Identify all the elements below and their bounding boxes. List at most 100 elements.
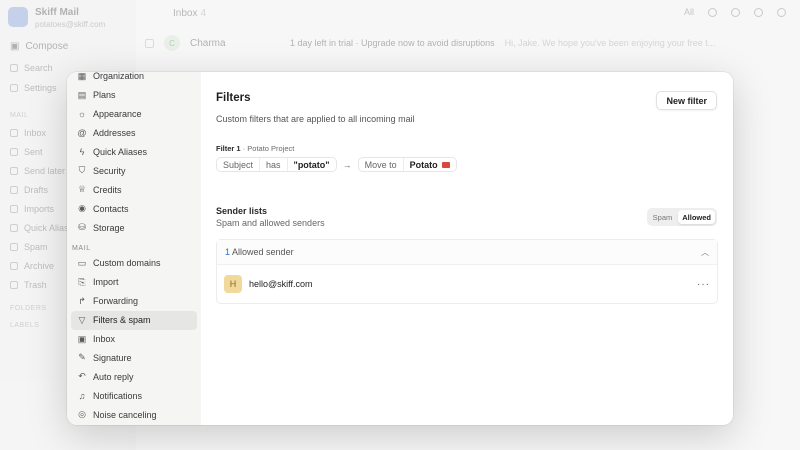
app-nav-send-later[interactable]: Send later <box>10 166 65 176</box>
action-target: Potato <box>404 158 456 171</box>
sender-lists-subtitle: Spam and allowed senders <box>216 218 325 228</box>
allowed-count-label: Allowed sender <box>232 247 294 257</box>
sidebar-item-notifications[interactable]: ♫ Notifications <box>71 386 197 405</box>
app-nav-search[interactable]: Search <box>10 63 53 73</box>
filter-name: Filter 1 <box>216 144 241 153</box>
app-nav-sent[interactable]: Sent <box>10 147 43 157</box>
arrow-right-icon: → <box>342 159 352 170</box>
sun-icon: ☼ <box>77 109 87 120</box>
compose-button[interactable]: ▣ Compose <box>10 41 68 52</box>
row-subject: 1 day left in trial · Upgrade now to avo… <box>290 38 495 48</box>
sidebar-item-label: Signature <box>93 352 132 363</box>
app-nav-trash[interactable]: Trash <box>10 280 47 290</box>
sidebar-item-filters-spam[interactable]: ▽ Filters & spam <box>71 310 197 330</box>
row-checkbox[interactable] <box>145 38 154 48</box>
sidebar-item-security[interactable]: ⛉ Security <box>71 161 197 180</box>
allowed-count: 1 <box>225 247 231 257</box>
brand[interactable]: Skiff Mail potatoes@skiff.com <box>8 7 105 29</box>
compose-icon: ▣ <box>10 41 20 52</box>
allowed-senders-header[interactable]: 1 Allowed sender ︿ <box>217 240 717 265</box>
sidebar-item-noise-canceling[interactable]: ◎ Noise canceling <box>71 405 197 424</box>
noise-icon: ◎ <box>78 409 86 420</box>
building-icon: ▦ <box>77 72 87 81</box>
draft-icon <box>10 186 18 194</box>
folder-icon <box>441 161 450 168</box>
sidebar-item-inbox[interactable]: ▣ Inbox <box>71 330 197 349</box>
sender-email: hello@skiff.com <box>249 279 313 289</box>
condition-value: "potato" <box>293 159 330 170</box>
import-icon <box>10 205 18 213</box>
sort-icon[interactable] <box>708 7 717 17</box>
sidebar-item-label: Organization <box>93 72 145 82</box>
sidebar-item-label: Storage <box>93 222 125 233</box>
filter-dropdown[interactable]: All <box>684 7 694 17</box>
filter-rule[interactable]: Subject has "potato" → Move to Potato <box>216 157 457 172</box>
app-nav-label: Inbox <box>24 128 47 138</box>
sidebar-item-storage[interactable]: ⛁ Storage <box>71 218 197 237</box>
trash-icon <box>10 281 18 289</box>
toggle-spam[interactable]: Spam <box>649 210 677 224</box>
compose-label: Compose <box>25 41 69 52</box>
sidebar-item-contacts[interactable]: ◉ Contacts <box>71 199 197 218</box>
sidebar-item-plans[interactable]: ▤ Plans <box>71 86 197 105</box>
new-filter-button[interactable]: New filter <box>656 91 717 110</box>
spam-icon <box>10 243 18 251</box>
app-nav-label: Drafts <box>24 185 49 195</box>
sidebar-item-label: Filters & spam <box>93 315 151 326</box>
sender-list-toggle: Spam Allowed <box>646 208 717 226</box>
sidebar-item-label: Plans <box>93 90 116 101</box>
mail-row[interactable]: C Charma 1 day left in trial · Upgrade n… <box>145 30 786 56</box>
filter-action[interactable]: Move to Potato <box>357 157 457 172</box>
app-nav-label: Imports <box>24 204 55 214</box>
help-icon[interactable] <box>777 7 786 17</box>
app-nav-drafts[interactable]: Drafts <box>10 185 48 195</box>
toggle-allowed[interactable]: Allowed <box>678 210 715 224</box>
settings-icon[interactable] <box>731 7 740 17</box>
sidebar-item-addresses[interactable]: @ Addresses <box>71 124 197 143</box>
user-circle-icon: ◉ <box>78 203 86 214</box>
sidebar-item-forwarding[interactable]: ↱ Forwarding <box>71 292 197 311</box>
app-nav-label: Search <box>24 63 53 73</box>
sidebar-item-label: Security <box>93 165 126 176</box>
domain-icon: ▭ <box>77 257 87 268</box>
allowed-senders-list: 1 Allowed sender ︿ H hello@skiff.com ··· <box>216 239 718 304</box>
chevron-up-icon[interactable]: ︿ <box>701 247 709 258</box>
sidebar-item-quick-aliases[interactable]: ϟ Quick Aliases <box>71 143 197 162</box>
sidebar-item-import[interactable]: ⎘ Import <box>71 273 197 292</box>
sidebar-item-label: Forwarding <box>93 296 139 307</box>
app-nav-label: Settings <box>24 83 57 93</box>
action-target-label: Potato <box>409 159 438 170</box>
app-nav-label: Sent <box>24 147 43 157</box>
app-nav-inbox[interactable]: Inbox <box>10 128 46 138</box>
filter-condition[interactable]: Subject has "potato" <box>216 157 337 172</box>
pen-icon: ✎ <box>78 352 86 363</box>
app-nav-settings[interactable]: Settings <box>10 83 57 93</box>
database-icon: ⛁ <box>78 222 86 233</box>
sidebar-item-credits[interactable]: ♕ Credits <box>71 180 197 199</box>
more-options-icon[interactable]: ··· <box>697 279 710 290</box>
row-preview: Hi, Jake. We hope you've been enjoying y… <box>504 38 716 48</box>
filter-icon: ▽ <box>78 314 86 325</box>
sidebar-item-label: Auto reply <box>93 371 134 382</box>
allowed-senders-summary: 1 Allowed sender <box>225 247 294 257</box>
sidebar-item-organization[interactable]: ▦ Organization <box>71 72 197 86</box>
action-type: Move to <box>359 158 404 171</box>
sidebar-item-custom-domains[interactable]: ▭ Custom domains <box>71 254 197 273</box>
app-nav-imports[interactable]: Imports <box>10 204 54 214</box>
list-item: H hello@skiff.com ··· <box>217 265 717 303</box>
filter-header: Filter 1 · Potato Project <box>216 144 294 153</box>
condition-operator: has <box>260 158 288 171</box>
inbox-icon <box>10 129 18 137</box>
app-nav-label: Send later <box>24 166 66 176</box>
app-section-folders: FOLDERS <box>10 305 47 312</box>
brand-name: Skiff Mail <box>35 7 79 18</box>
app-nav-archive[interactable]: Archive <box>10 261 54 271</box>
app-nav-spam[interactable]: Spam <box>10 242 48 252</box>
sidebar-item-auto-reply[interactable]: ↶ Auto reply <box>71 367 197 386</box>
sender-avatar: H <box>224 275 242 293</box>
refresh-icon[interactable] <box>754 7 763 17</box>
sidebar-item-appearance[interactable]: ☼ Appearance <box>71 105 197 124</box>
sidebar-item-signature[interactable]: ✎ Signature <box>71 348 197 367</box>
bolt-icon: ϟ <box>79 147 85 157</box>
app-section-mail: MAIL <box>10 112 29 119</box>
